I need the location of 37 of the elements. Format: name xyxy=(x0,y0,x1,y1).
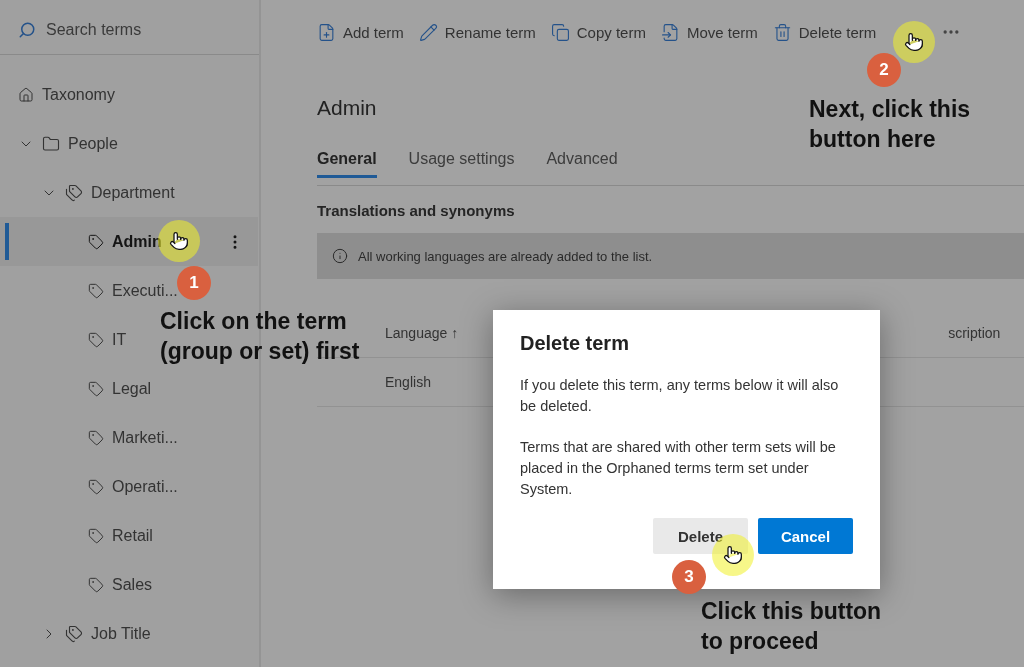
toolbar-button[interactable]: Move term xyxy=(660,22,758,42)
tab[interactable]: General xyxy=(317,138,377,178)
tree-item[interactable]: People xyxy=(42,134,118,153)
delete-button[interactable]: Delete xyxy=(653,518,748,554)
tree-item[interactable]: Taxonomy xyxy=(18,85,115,104)
dialog-text: Terms that are shared with other term sets will be placed in the Orphaned terms term set under System. xyxy=(520,438,837,499)
page-heading: Admin xyxy=(317,96,377,120)
tree-item[interactable]: Job Title xyxy=(65,624,151,643)
search-placeholder: Search terms xyxy=(46,21,142,39)
dialog-title: Delete term xyxy=(520,332,630,355)
section-title: Translations and synonyms xyxy=(317,202,515,219)
dialog-text: If you delete this term, any terms below it will also be deleted. xyxy=(520,376,840,416)
tree-item[interactable]: Marketi... xyxy=(88,428,178,447)
callout-text: Next, click this button here xyxy=(809,95,971,154)
callout-text: Click on the term (group or set) first xyxy=(160,307,360,366)
toolbar-button[interactable]: Rename term xyxy=(418,22,536,42)
tree-item[interactable]: IT xyxy=(88,330,127,349)
search-field[interactable]: Search terms xyxy=(0,6,259,55)
toolbar-button[interactable]: Delete term xyxy=(772,22,877,42)
column-header[interactable]: Language ↑ xyxy=(385,325,459,341)
table-cell: English xyxy=(385,374,431,390)
tree-item[interactable]: Sales xyxy=(88,575,153,594)
tree-item[interactable]: Retail xyxy=(88,526,153,545)
tree-item[interactable]: Department xyxy=(65,183,175,202)
tree-item[interactable]: Legal xyxy=(88,379,152,398)
cancel-button[interactable]: Cancel xyxy=(758,518,853,554)
column-header[interactable]: scription xyxy=(948,325,1001,341)
tree-item[interactable]: Executi... xyxy=(88,281,178,300)
tab[interactable]: Advanced xyxy=(546,138,618,178)
tab[interactable]: Usage settings xyxy=(408,138,515,178)
info-message: All working languages are already added to the list. xyxy=(358,248,653,264)
callout-text: Click this button to proceed xyxy=(701,597,882,656)
step-badge: 2 xyxy=(867,53,901,87)
tree-item[interactable]: Admin xyxy=(88,232,162,251)
toolbar-button[interactable]: Add term xyxy=(317,22,404,42)
tree-item[interactable]: Operati... xyxy=(88,477,178,496)
toolbar-button[interactable]: Copy term xyxy=(550,22,646,42)
